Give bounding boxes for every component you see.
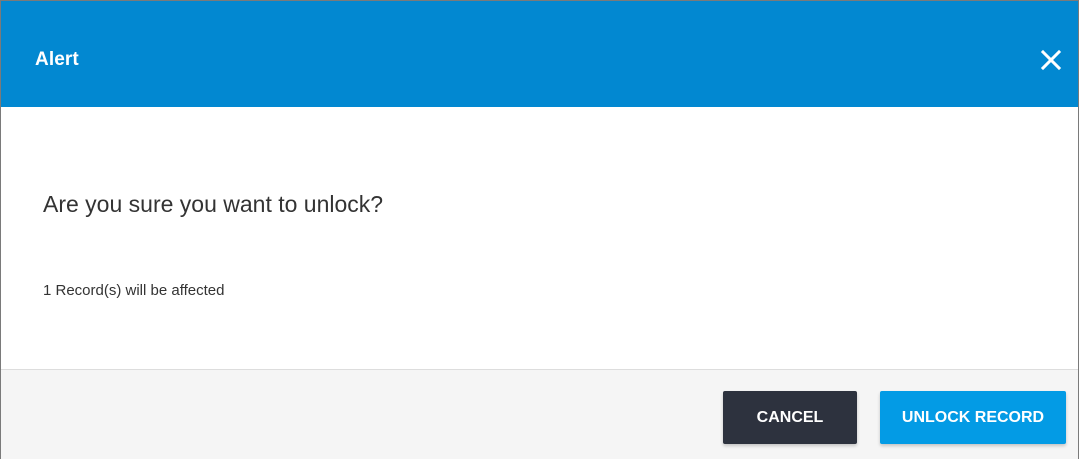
unlock-record-button[interactable]: UNLOCK RECORD	[880, 391, 1066, 444]
affected-records-text: 1 Record(s) will be affected	[43, 282, 225, 299]
confirmation-message: Are you sure you want to unlock?	[43, 191, 384, 217]
dialog-footer: CANCEL UNLOCK RECORD	[1, 369, 1078, 459]
close-button[interactable]	[1036, 45, 1066, 75]
alert-dialog: Alert Are you sure you want to unlock? 1…	[0, 0, 1079, 459]
dialog-body: Are you sure you want to unlock? 1 Recor…	[1, 107, 1078, 369]
cancel-button[interactable]: CANCEL	[723, 391, 857, 444]
dialog-header: Alert	[1, 1, 1078, 107]
close-icon	[1040, 49, 1062, 71]
dialog-title: Alert	[35, 49, 79, 70]
